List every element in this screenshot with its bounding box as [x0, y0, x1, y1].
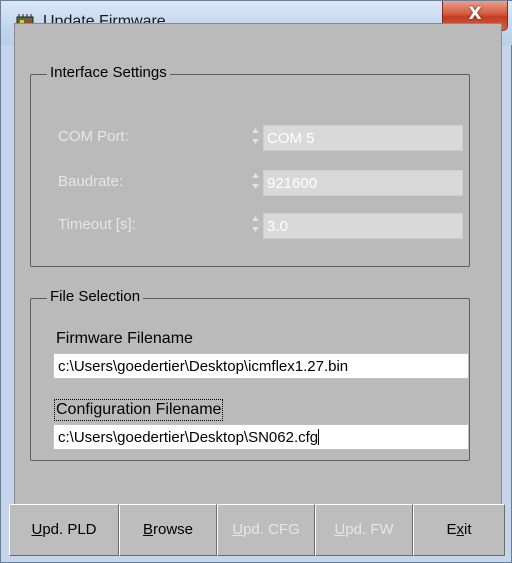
baudrate-spin-icon[interactable]	[251, 171, 260, 191]
exit-prefix: E	[446, 521, 457, 538]
update-firmware-window: Update Firmware X Interface Settings Fil…	[0, 0, 512, 563]
upd-pld-mnemonic: U	[31, 521, 43, 538]
browse-button[interactable]: Browse	[119, 504, 217, 556]
configuration-filename-value: c:\Users\goedertier\Desktop\SN062.cfg	[58, 429, 319, 446]
text-caret	[318, 429, 320, 445]
timeout-spin-icon[interactable]	[251, 214, 260, 234]
upd-cfg-mnemonic: U	[232, 521, 244, 538]
upd-pld-label: pd. PLD	[42, 521, 97, 538]
interface-settings-title: Interface Settings	[47, 64, 170, 81]
upd-fw-label: pd. FW	[345, 521, 394, 538]
baudrate-field[interactable]: 921600	[263, 170, 463, 196]
com-port-spin-icon[interactable]	[251, 126, 260, 146]
baudrate-label: Baudrate:	[58, 173, 124, 190]
firmware-filename-input[interactable]: c:\Users\goedertier\Desktop\icmflex1.27.…	[53, 353, 469, 379]
exit-mnemonic: x	[456, 521, 465, 538]
upd-cfg-button[interactable]: Upd. CFG	[217, 504, 315, 556]
timeout-field[interactable]: 3.0	[263, 213, 463, 239]
upd-fw-button[interactable]: Upd. FW	[315, 504, 413, 556]
com-port-field[interactable]: COM 5	[263, 125, 463, 151]
configuration-filename-input[interactable]: c:\Users\goedertier\Desktop\SN062.cfg	[53, 424, 469, 450]
close-icon: X	[468, 4, 482, 24]
browse-mnemonic: B	[142, 521, 153, 538]
upd-cfg-label: pd. CFG	[243, 521, 300, 538]
file-selection-title: File Selection	[47, 288, 144, 305]
com-port-label: COM Port:	[58, 128, 129, 145]
firmware-filename-label: Firmware Filename	[56, 330, 193, 347]
exit-label: it	[464, 521, 472, 538]
browse-label: rowse	[153, 521, 194, 538]
upd-fw-mnemonic: U	[334, 521, 346, 538]
upd-pld-button[interactable]: Upd. PLD	[9, 504, 119, 556]
exit-button[interactable]: Exit	[413, 504, 505, 556]
timeout-label: Timeout [s]:	[58, 216, 136, 233]
configuration-filename-label: Configuration Filename	[53, 399, 224, 421]
